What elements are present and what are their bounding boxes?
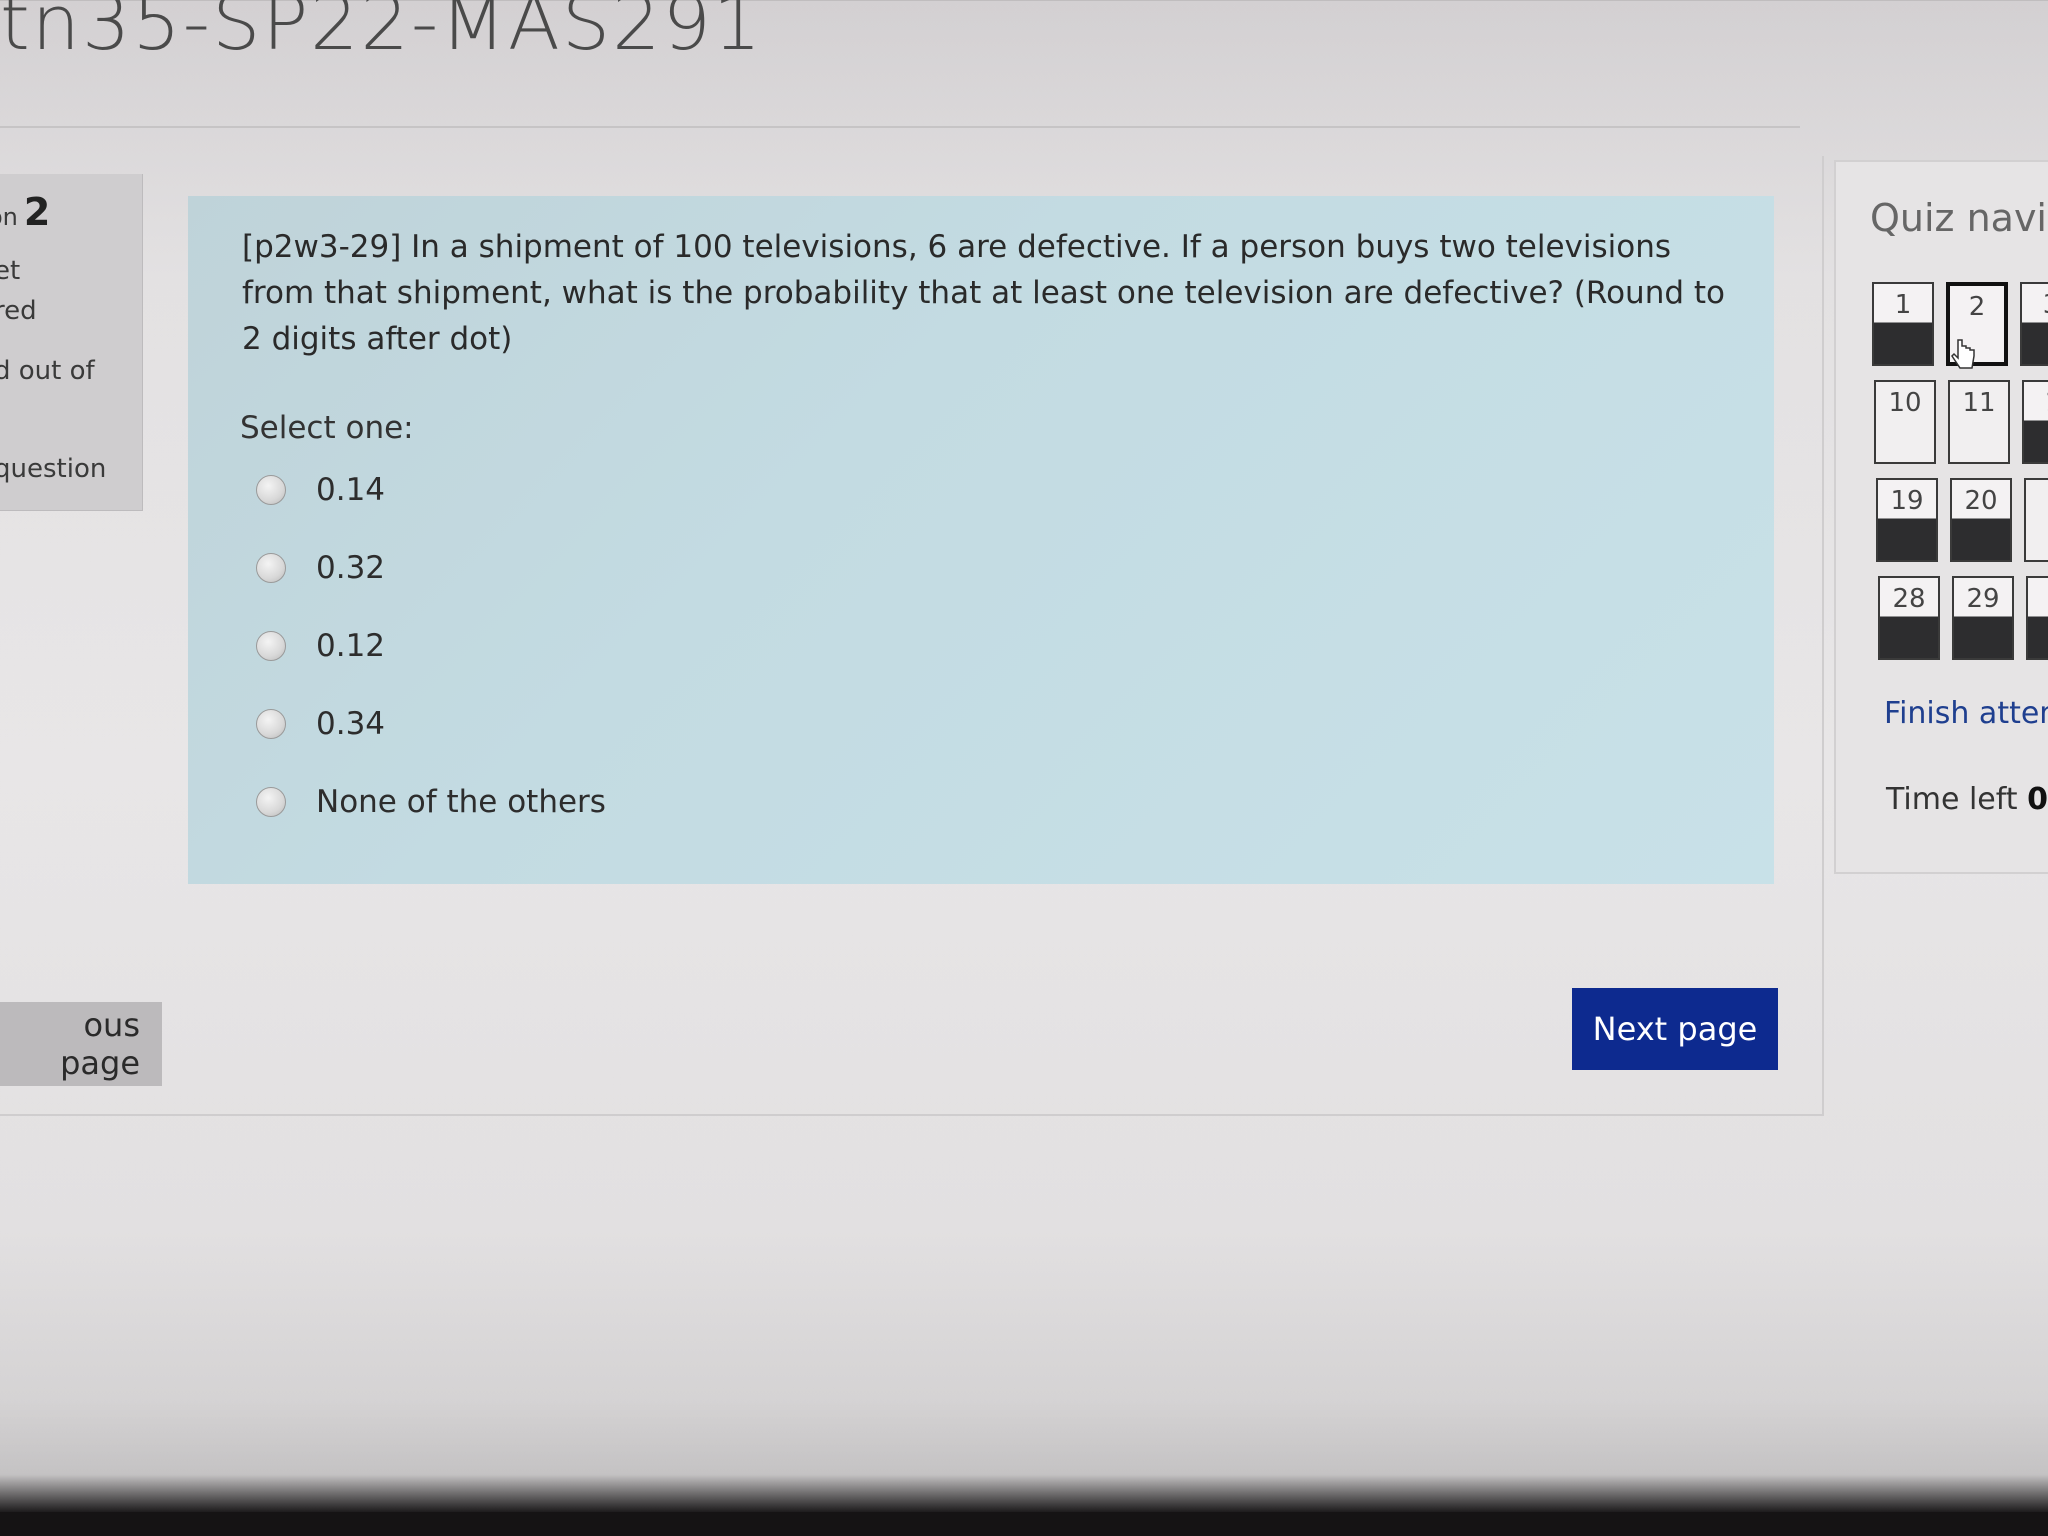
- question-info-block: on2 et red d out of question: [0, 174, 143, 511]
- answer-option-4[interactable]: 0.34: [256, 704, 385, 744]
- select-one-label: Select one:: [240, 410, 414, 446]
- answer-option-1[interactable]: 0.14: [256, 470, 385, 510]
- hand-cursor-icon: [1951, 339, 1975, 369]
- nav-question-3[interactable]: 3: [2020, 282, 2048, 366]
- next-page-button[interactable]: Next page: [1572, 988, 1778, 1070]
- nav-question-10[interactable]: 10: [1874, 380, 1936, 464]
- info-status-line: et: [0, 256, 21, 286]
- radio-button[interactable]: [256, 709, 286, 739]
- question-number-label: on2: [0, 190, 50, 234]
- question-panel: [p2w3-29] In a shipment of 100 televisio…: [188, 196, 1774, 884]
- quiz-navigation-panel: Quiz naviga 1 2 3 10 11 1 19 20 2 28 29 …: [1834, 160, 2048, 874]
- nav-number: 1: [1894, 290, 1912, 320]
- nav-number: 3: [2022, 290, 2048, 320]
- time-left-value: 0:2: [2027, 782, 2048, 817]
- question-text: [p2w3-29] In a shipment of 100 televisio…: [242, 229, 1725, 357]
- nav-question-12[interactable]: 1: [2022, 380, 2048, 464]
- nav-question-29[interactable]: 29: [1952, 576, 2014, 660]
- radio-button[interactable]: [256, 631, 286, 661]
- radio-button[interactable]: [256, 787, 286, 817]
- radio-button[interactable]: [256, 553, 286, 583]
- nav-question-19[interactable]: 19: [1876, 478, 1938, 562]
- nav-number: 29: [1966, 584, 2000, 614]
- nav-number: 20: [1964, 486, 1998, 516]
- monitor-bezel: [0, 1512, 2048, 1536]
- option-label: 0.12: [316, 628, 386, 664]
- header-divider: [0, 126, 1800, 128]
- nav-number: 2: [2026, 486, 2048, 516]
- option-label: None of the others: [316, 784, 606, 820]
- question-number: 2: [23, 190, 51, 234]
- question-prefix: on: [0, 203, 18, 231]
- nav-question-30[interactable]: 3: [2026, 576, 2048, 660]
- nav-question-20[interactable]: 20: [1950, 478, 2012, 562]
- nav-number: 19: [1890, 486, 1924, 516]
- nav-number: 3: [2028, 584, 2048, 614]
- screen-shadow: [0, 1400, 2048, 1512]
- option-label: 0.32: [316, 550, 386, 586]
- radio-button[interactable]: [256, 475, 286, 505]
- answer-option-5[interactable]: None of the others: [256, 782, 606, 822]
- nav-question-1[interactable]: 1: [1872, 282, 1934, 366]
- info-answer-state: red: [0, 296, 37, 326]
- nav-number: 11: [1962, 388, 1996, 418]
- nav-question-21[interactable]: 2: [2024, 478, 2048, 562]
- time-left-label: Time left: [1886, 782, 2018, 817]
- time-left: Time left 0:2: [1886, 782, 2048, 817]
- nav-number: 2: [1968, 292, 1986, 322]
- answer-option-3[interactable]: 0.12: [256, 626, 385, 666]
- answer-option-2[interactable]: 0.32: [256, 548, 385, 588]
- finish-attempt-link[interactable]: Finish attem: [1884, 696, 2048, 731]
- nav-number: 1: [2024, 388, 2048, 418]
- option-label: 0.34: [316, 706, 386, 742]
- flag-question-link[interactable]: question: [0, 454, 106, 484]
- previous-page-button[interactable]: ous page: [0, 1002, 162, 1086]
- nav-question-11[interactable]: 11: [1948, 380, 2010, 464]
- nav-question-28[interactable]: 28: [1878, 576, 1940, 660]
- quiz-navigation-title: Quiz naviga: [1870, 196, 2048, 240]
- option-label: 0.14: [316, 472, 386, 508]
- info-marks: d out of: [0, 356, 95, 386]
- nav-number: 10: [1888, 388, 1922, 418]
- page-heading: tn35-SP22-MAS291: [0, 0, 764, 67]
- nav-number: 28: [1892, 584, 1926, 614]
